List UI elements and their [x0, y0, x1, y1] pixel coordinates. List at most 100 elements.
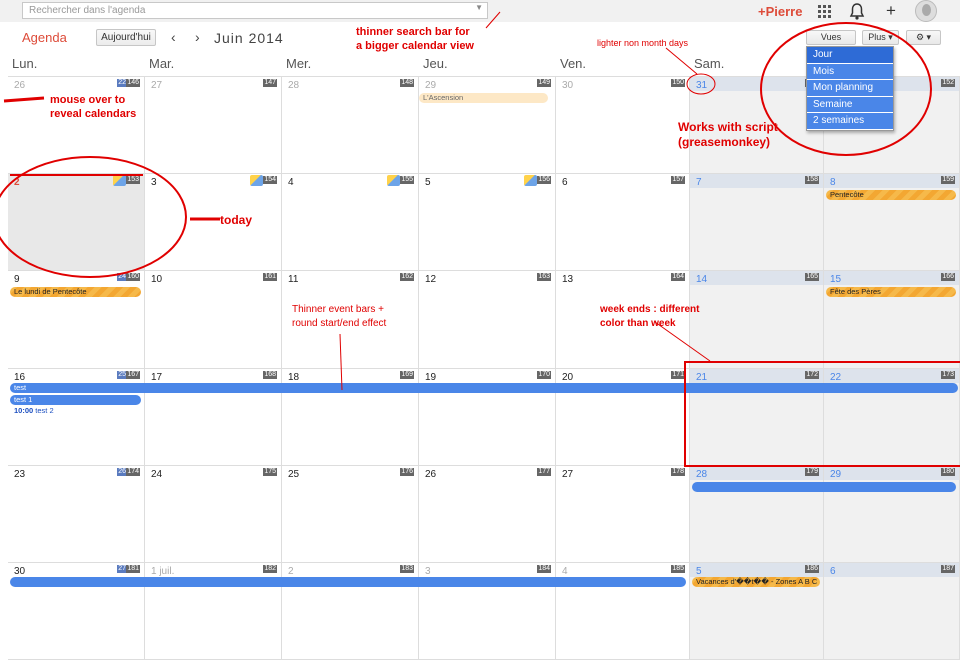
- menu-item-agenda[interactable]: Mon planning: [807, 80, 893, 97]
- event-pentecote[interactable]: Pentecôte: [826, 190, 956, 201]
- day-number[interactable]: 24: [151, 469, 162, 480]
- day-number[interactable]: 26: [14, 80, 25, 91]
- bell-icon[interactable]: [849, 3, 865, 20]
- event-weekend-bar[interactable]: [692, 481, 956, 492]
- event-lundi-pentecote[interactable]: Le lundi de Pentecôte: [10, 287, 141, 298]
- event-ascension[interactable]: L'Ascension: [419, 93, 548, 103]
- day-number[interactable]: 30: [562, 80, 573, 91]
- day-cell[interactable]: 7 158: [690, 174, 824, 272]
- day-number[interactable]: 5: [425, 177, 431, 188]
- day-cell[interactable]: 28 148: [282, 77, 419, 175]
- day-number[interactable]: 6: [562, 177, 568, 188]
- day-cell[interactable]: 27 178: [556, 465, 690, 563]
- day-cell[interactable]: 25 176: [282, 465, 419, 563]
- event-fete-peres[interactable]: Fête des Pères: [826, 287, 956, 298]
- event-test-1[interactable]: test 1: [10, 394, 141, 405]
- day-number[interactable]: 12: [425, 274, 436, 285]
- day-number[interactable]: 4: [288, 177, 294, 188]
- day-number[interactable]: 3: [425, 566, 431, 577]
- day-number[interactable]: 2: [14, 177, 20, 188]
- day-cell[interactable]: 8 159: [824, 174, 960, 272]
- day-number[interactable]: 20: [562, 372, 573, 383]
- day-cell[interactable]: 27 147: [145, 77, 282, 175]
- day-number[interactable]: 17: [151, 372, 162, 383]
- day-number[interactable]: 2: [288, 566, 294, 577]
- day-of-year-badge: 187: [941, 565, 955, 573]
- day-number[interactable]: 4: [562, 566, 568, 577]
- user-name-link[interactable]: +Pierre: [758, 4, 802, 19]
- day-cell[interactable]: 10 161: [145, 271, 282, 369]
- menu-item-2weeks[interactable]: 2 semaines: [807, 113, 893, 130]
- day-cell[interactable]: 29 149: [419, 77, 556, 175]
- day-of-year-badge: 160: [126, 273, 140, 282]
- event-long-bar[interactable]: [10, 577, 686, 587]
- avatar[interactable]: [915, 0, 937, 22]
- day-cell[interactable]: 24 175: [145, 465, 282, 563]
- day-number[interactable]: 5: [696, 566, 702, 577]
- day-cell[interactable]: 3 154: [145, 174, 282, 272]
- next-arrow-icon[interactable]: ›: [195, 29, 200, 45]
- day-number[interactable]: 28: [288, 80, 299, 91]
- day-number[interactable]: 30: [14, 566, 25, 577]
- menu-item-week[interactable]: Semaine: [807, 96, 893, 113]
- day-number[interactable]: 31: [696, 80, 707, 91]
- day-of-year-badge: 170: [537, 370, 551, 379]
- day-number[interactable]: 3: [151, 177, 157, 188]
- event-test[interactable]: test: [10, 382, 958, 393]
- day-cell[interactable]: 6 157: [556, 174, 690, 272]
- day-cell[interactable]: 4 155: [282, 174, 419, 272]
- event-vacances[interactable]: Vacances d'��t�� - Zones A B C: [692, 577, 820, 587]
- day-number[interactable]: 22: [830, 372, 841, 383]
- day-cell[interactable]: 223153: [8, 174, 145, 272]
- menu-item-month[interactable]: Mois: [807, 63, 893, 80]
- day-number[interactable]: 10: [151, 274, 162, 285]
- search-input[interactable]: Rechercher dans l'agenda ▼: [22, 2, 488, 19]
- day-number[interactable]: 27: [562, 469, 573, 480]
- more-button[interactable]: Plus ▾: [862, 30, 899, 45]
- day-cell[interactable]: 30 150: [556, 77, 690, 175]
- day-number[interactable]: 28: [696, 469, 707, 480]
- day-number[interactable]: 23: [14, 469, 25, 480]
- add-icon[interactable]: +: [886, 1, 896, 21]
- day-number[interactable]: 11: [288, 274, 298, 285]
- day-number[interactable]: 18: [288, 372, 299, 383]
- day-cell[interactable]: 26 22 146: [8, 77, 145, 175]
- day-number[interactable]: 19: [425, 372, 436, 383]
- day-cell[interactable]: 26 177: [419, 465, 556, 563]
- day-number[interactable]: 26: [425, 469, 436, 480]
- day-number[interactable]: 13: [562, 274, 573, 285]
- day-cell[interactable]: 29 180: [824, 465, 960, 563]
- day-cell[interactable]: 9 24 160: [8, 271, 145, 369]
- day-number[interactable]: 29: [830, 469, 841, 480]
- day-number[interactable]: 14: [696, 274, 707, 285]
- day-number[interactable]: 16: [14, 372, 25, 383]
- menu-item-day[interactable]: Jour: [807, 47, 893, 64]
- day-cell[interactable]: 23 26 174: [8, 465, 145, 563]
- day-cell[interactable]: 6 187: [824, 563, 960, 660]
- day-of-year-badge: 179: [805, 467, 819, 476]
- prev-arrow-icon[interactable]: ‹: [171, 29, 176, 45]
- day-cell[interactable]: 12 163: [419, 271, 556, 369]
- day-number[interactable]: 6: [830, 566, 836, 577]
- day-number[interactable]: 15: [830, 274, 841, 285]
- day-of-year-badge: 165: [805, 273, 819, 282]
- search-dropdown-icon[interactable]: ▼: [475, 3, 483, 12]
- day-number[interactable]: 25: [288, 469, 299, 480]
- day-of-year-badge: 164: [671, 273, 685, 282]
- day-number[interactable]: 7: [696, 177, 702, 188]
- day-number[interactable]: 1 juil.: [151, 566, 174, 577]
- day-cell[interactable]: 15 166: [824, 271, 960, 369]
- event-test-2[interactable]: 10:00 test 2: [10, 406, 141, 416]
- day-number[interactable]: 27: [151, 80, 162, 91]
- day-cell[interactable]: 14 165: [690, 271, 824, 369]
- day-number[interactable]: 8: [830, 177, 836, 188]
- day-cell[interactable]: 28 179: [690, 465, 824, 563]
- day-number[interactable]: 21: [696, 372, 707, 383]
- settings-button[interactable]: ⚙ ▾: [906, 30, 941, 45]
- today-button[interactable]: Aujourd'hui: [96, 29, 156, 46]
- apps-grid-icon[interactable]: [818, 5, 831, 18]
- views-button[interactable]: Vues: [806, 30, 856, 45]
- day-number[interactable]: 29: [425, 80, 436, 91]
- day-cell[interactable]: 5 156: [419, 174, 556, 272]
- day-number[interactable]: 9: [14, 274, 20, 285]
